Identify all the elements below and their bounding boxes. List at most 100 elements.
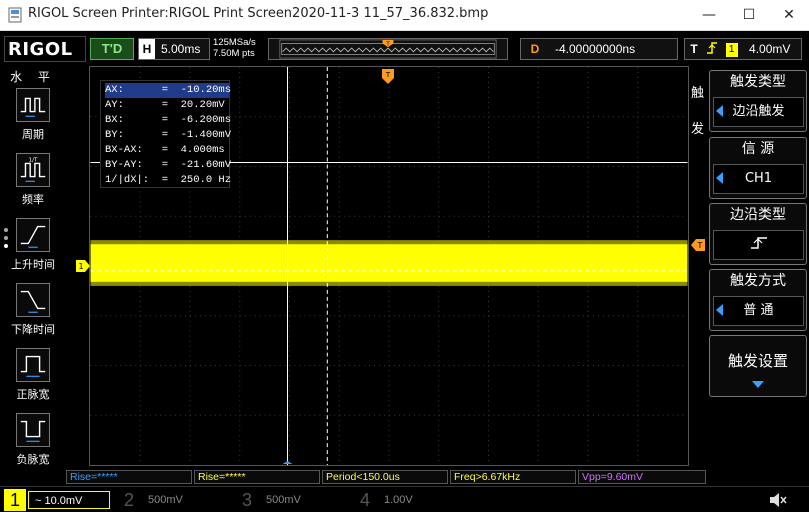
- timebase-value: 5.00ms: [161, 42, 201, 56]
- channel-1[interactable]: 1 ~ 10.0mV: [4, 489, 114, 511]
- softkey-label: 信 源: [741, 141, 775, 157]
- horizontal-menu: 水 平 周期 1/T 频率 上升时间 下降时间 正脉宽 负脉宽: [0, 66, 66, 470]
- timebase-display[interactable]: H 5.00ms: [138, 38, 210, 60]
- sample-rate: 125MSa/s: [213, 37, 256, 48]
- svg-text:1: 1: [78, 262, 83, 271]
- cursor-row-ay: AY: = 20.20mV: [105, 99, 225, 111]
- minimize-button[interactable]: —: [689, 0, 729, 31]
- menu-item-negative-width[interactable]: 负脉宽: [8, 413, 58, 475]
- menu-label-frequency: 频率: [22, 193, 44, 206]
- cursor-row-ax[interactable]: AX: = -10.20ms: [105, 83, 231, 98]
- page-dot: [4, 236, 8, 240]
- menu-item-rise-time[interactable]: 上升时间: [8, 218, 58, 280]
- menu-label-positive-width: 正脉宽: [16, 388, 50, 401]
- delay-value: -4.00000000ns: [555, 42, 636, 56]
- status-bar: RIGOL T'D H 5.00ms 125MSa/s 7.50M pts T D…: [0, 33, 809, 66]
- menu-label-rise-time: 上升时间: [11, 258, 55, 271]
- ch1-level-marker: 1: [76, 260, 90, 272]
- menu-label-fall-time: 下降时间: [11, 323, 55, 336]
- measurement-frequency[interactable]: Freq>6.67kHz: [450, 470, 576, 484]
- measurement-rise-1[interactable]: Rise=*****: [66, 470, 192, 484]
- softkey-trigger-setup[interactable]: 触发设置: [709, 335, 807, 397]
- memory-overview: T: [268, 38, 508, 60]
- fall-time-icon: [16, 283, 50, 317]
- memory-depth: 7.50M pts: [213, 48, 255, 59]
- channel-4[interactable]: 4 1.00V: [354, 489, 472, 511]
- menu-item-period[interactable]: 周期: [8, 88, 58, 150]
- close-button[interactable]: ✕: [769, 0, 809, 31]
- channel-4-number: 4: [359, 490, 370, 510]
- softkey-value: 边沿触发: [713, 97, 804, 127]
- measurement-bar: Rise=***** Rise=***** Period<150.0us Fre…: [66, 470, 706, 484]
- chevron-down-icon: [752, 381, 764, 388]
- svg-text:T: T: [385, 71, 391, 79]
- softkey-edge-type[interactable]: 边沿类型: [709, 203, 807, 265]
- cursor-readout: AX: = -10.20ms AY: = 20.20mV BX: = -6.20…: [100, 80, 232, 188]
- svg-text:1/T: 1/T: [29, 158, 38, 164]
- menu-label-negative-width: 负脉宽: [16, 453, 50, 466]
- channel-3[interactable]: 3 500mV: [236, 489, 354, 511]
- negative-width-icon: [16, 413, 50, 447]
- window-titlebar: RIGOL Screen Printer:RIGOL Print Screen2…: [0, 0, 809, 31]
- left-arrow-icon: [716, 304, 723, 316]
- page-dot-active: [4, 244, 8, 248]
- channel-2-scale: 500mV: [148, 494, 183, 506]
- app-icon: [8, 7, 22, 23]
- cursor-row-by: BY: = -1.400mV: [105, 129, 232, 141]
- softkey-sweep-mode[interactable]: 触发方式 普 通: [709, 269, 807, 331]
- rising-edge-icon: [750, 237, 767, 249]
- rigol-logo: RIGOL: [8, 39, 73, 60]
- measurement-rise-2[interactable]: Rise=*****: [194, 470, 320, 484]
- trigger-level: 4.00mV: [749, 42, 791, 56]
- run-state-badge[interactable]: T'D: [90, 38, 134, 60]
- softkey-source[interactable]: 信 源 CH1: [709, 137, 807, 199]
- channel-bar: 1 ~ 10.0mV 2 500mV 3 500mV 4 1.00V: [0, 486, 809, 512]
- softkey-label: 边沿类型: [730, 207, 786, 223]
- channel-4-scale: 1.00V: [384, 494, 413, 506]
- delay-display[interactable]: D -4.00000000ns: [520, 38, 678, 60]
- menu-title: 水 平: [10, 70, 56, 84]
- cursor-row-inverse-dx: 1/|dX|: = 250.0 Hz: [105, 174, 232, 186]
- menu-label-period: 周期: [22, 128, 44, 141]
- menu-title: 触发: [691, 86, 705, 137]
- positive-width-icon: [16, 348, 50, 382]
- channel-1-scale: ~ 10.0mV: [28, 491, 110, 509]
- period-icon: [16, 88, 50, 122]
- trigger-source-badge: 1: [725, 43, 738, 57]
- menu-item-positive-width[interactable]: 正脉宽: [8, 348, 58, 410]
- softkey-value: 普 通: [713, 296, 804, 326]
- channel-2-number: 2: [123, 490, 134, 510]
- trigger-menu: 触发 触发类型 边沿触发 信 源 CH1 边沿类型 触发方式 普 通 触发设置: [691, 66, 809, 470]
- speaker-icon[interactable]: [768, 491, 788, 509]
- window-title: RIGOL Screen Printer:RIGOL Print Screen2…: [28, 6, 489, 21]
- menu-item-frequency[interactable]: 1/T 频率: [8, 153, 58, 215]
- oscilloscope-screen: RIGOL Screen Printer:RIGOL Print Screen2…: [0, 0, 809, 512]
- ch1-trace: [90, 244, 688, 282]
- page-dot: [4, 228, 8, 232]
- softkey-label: 触发方式: [730, 273, 786, 289]
- rising-edge-small-icon: [707, 42, 718, 54]
- trigger-display[interactable]: T 1 4.00mV: [684, 38, 802, 60]
- softkey-trigger-type[interactable]: 触发类型 边沿触发: [709, 70, 807, 132]
- channel-3-scale: 500mV: [266, 494, 301, 506]
- frequency-icon: 1/T: [16, 153, 50, 187]
- menu-item-fall-time[interactable]: 下降时间: [8, 283, 58, 345]
- maximize-button[interactable]: ☐: [729, 0, 769, 31]
- softkey-label: 触发设置: [727, 352, 788, 370]
- delay-label: D: [530, 42, 540, 56]
- acquisition-info: 125MSa/s 7.50M pts: [213, 37, 265, 61]
- channel-1-number: 1: [4, 489, 26, 511]
- left-arrow-icon: [716, 172, 723, 184]
- measurement-period[interactable]: Period<150.0us: [322, 470, 448, 484]
- cursor-row-bx: BX: = -6.200ms: [105, 114, 232, 126]
- measurement-vpp[interactable]: Vpp=9.60mV: [578, 470, 706, 484]
- channel-2[interactable]: 2 500mV: [118, 489, 236, 511]
- trigger-position-marker: T: [382, 69, 394, 84]
- left-arrow-icon: [716, 105, 723, 117]
- trigger-label: T: [690, 42, 698, 56]
- softkey-label: 触发类型: [730, 74, 786, 90]
- cursor-row-by-ay: BY-AY: = -21.60mV: [105, 159, 232, 171]
- rise-time-icon: [16, 218, 50, 252]
- channel-3-number: 3: [241, 490, 252, 510]
- softkey-value: [713, 230, 804, 260]
